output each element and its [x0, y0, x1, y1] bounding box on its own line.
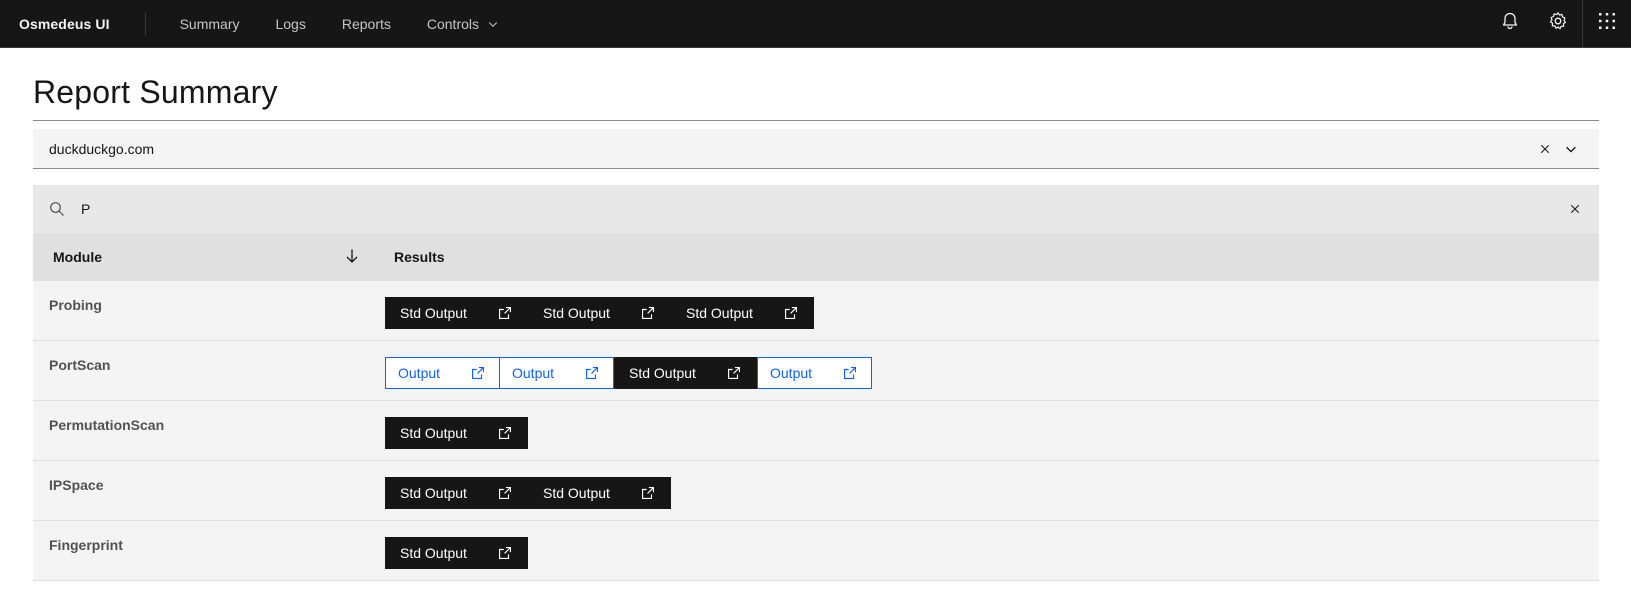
- module-name: PermutationScan: [49, 417, 165, 433]
- launch-icon: [641, 486, 655, 500]
- button-label: Output: [398, 365, 441, 381]
- std-output-button[interactable]: Std Output: [528, 477, 671, 509]
- std-output-button[interactable]: Std Output: [614, 357, 757, 389]
- button-label: Std Output: [543, 305, 610, 321]
- search-icon: [49, 201, 65, 217]
- results-cell: Std Output Std Output Std Output: [378, 281, 814, 329]
- results-cell: Output Output Std Output Output: [378, 341, 872, 389]
- column-header-label: Results: [394, 249, 445, 265]
- title-divider: [33, 120, 1599, 121]
- button-label: Std Output: [629, 365, 696, 381]
- table-header: Module Results: [33, 233, 1599, 281]
- launch-icon: [498, 486, 512, 500]
- module-name: IPSpace: [49, 477, 104, 493]
- std-output-button[interactable]: Std Output: [385, 417, 528, 449]
- settings-button[interactable]: [1534, 0, 1582, 48]
- launch-icon: [843, 366, 857, 380]
- app-switcher-icon: [1597, 11, 1617, 36]
- results-cell: Std Output Std Output: [378, 461, 671, 509]
- results-cell: Std Output: [378, 401, 528, 449]
- nav-item-label: Reports: [341, 15, 391, 32]
- launch-icon: [727, 366, 741, 380]
- button-label: Output: [512, 365, 555, 381]
- nav-item-label: Controls: [426, 15, 480, 32]
- table-row: PermutationScan Std Output: [33, 401, 1599, 461]
- button-label: Std Output: [400, 545, 467, 561]
- launch-icon: [641, 306, 655, 320]
- output-button[interactable]: Output: [757, 357, 872, 389]
- close-icon[interactable]: [1563, 197, 1587, 221]
- column-header-results: Results: [378, 233, 445, 281]
- nav-item-summary[interactable]: Summary: [162, 0, 258, 48]
- notification-icon: [1500, 11, 1520, 36]
- button-label: Std Output: [543, 485, 610, 501]
- launch-icon: [585, 366, 599, 380]
- button-label: Std Output: [400, 305, 467, 321]
- button-label: Output: [770, 365, 813, 381]
- close-icon[interactable]: [1533, 137, 1557, 161]
- table-row: Fingerprint Std Output: [33, 521, 1599, 581]
- nav-item-logs[interactable]: Logs: [257, 0, 323, 48]
- launch-icon: [784, 306, 798, 320]
- launch-icon: [471, 366, 485, 380]
- target-combobox[interactable]: duckduckgo.com: [33, 129, 1599, 169]
- std-output-button[interactable]: Std Output: [385, 537, 528, 569]
- header-divider: [144, 11, 146, 36]
- table-row: PortScan Output Output Std Output Output: [33, 341, 1599, 401]
- notification-button[interactable]: [1486, 0, 1534, 48]
- table-row: Probing Std Output Std Output Std Output: [33, 281, 1599, 341]
- nav-item-controls[interactable]: Controls: [409, 0, 517, 48]
- std-output-button[interactable]: Std Output: [528, 297, 671, 329]
- table-body: Probing Std Output Std Output Std Output Por…: [33, 281, 1599, 581]
- results-cell: Std Output: [378, 521, 528, 569]
- target-combobox-value: duckduckgo.com: [49, 140, 155, 157]
- launch-icon: [498, 546, 512, 560]
- column-header-module[interactable]: Module: [33, 233, 378, 281]
- main-content: Report Summary duckduckgo.com Module: [33, 48, 1599, 581]
- chevron-down-icon: [487, 18, 499, 30]
- settings-icon: [1548, 11, 1568, 36]
- top-header: Osmedeus UI Summary Logs Reports Control…: [0, 0, 1631, 48]
- nav-item-label: Logs: [275, 15, 306, 32]
- chevron-down-icon[interactable]: [1559, 137, 1583, 161]
- nav-item-label: Summary: [179, 15, 240, 32]
- search-input[interactable]: [81, 201, 1563, 217]
- button-label: Std Output: [400, 485, 467, 501]
- page-title: Report Summary: [33, 74, 278, 110]
- std-output-button[interactable]: Std Output: [671, 297, 814, 329]
- header-actions: [1486, 0, 1631, 48]
- results-table: Module Results ProbingStd OutputStd Outp…: [33, 185, 1599, 581]
- std-output-button[interactable]: Std Output: [385, 477, 528, 509]
- module-name: Fingerprint: [49, 537, 123, 553]
- std-output-button[interactable]: Std Output: [385, 297, 528, 329]
- button-label: Std Output: [686, 305, 753, 321]
- app-switcher-button[interactable]: [1582, 0, 1631, 48]
- output-button[interactable]: Output: [499, 357, 614, 389]
- column-header-label: Module: [53, 249, 102, 265]
- module-name: PortScan: [49, 357, 111, 373]
- sort-arrow-down-icon: [344, 248, 360, 267]
- table-search: [33, 185, 1599, 233]
- nav-item-reports[interactable]: Reports: [324, 0, 409, 48]
- launch-icon: [498, 426, 512, 440]
- table-row: IPSpace Std Output Std Output: [33, 461, 1599, 521]
- launch-icon: [498, 306, 512, 320]
- module-name: Probing: [49, 297, 102, 313]
- brand-name[interactable]: Osmedeus UI: [0, 0, 145, 48]
- button-label: Std Output: [400, 425, 467, 441]
- output-button[interactable]: Output: [385, 357, 500, 389]
